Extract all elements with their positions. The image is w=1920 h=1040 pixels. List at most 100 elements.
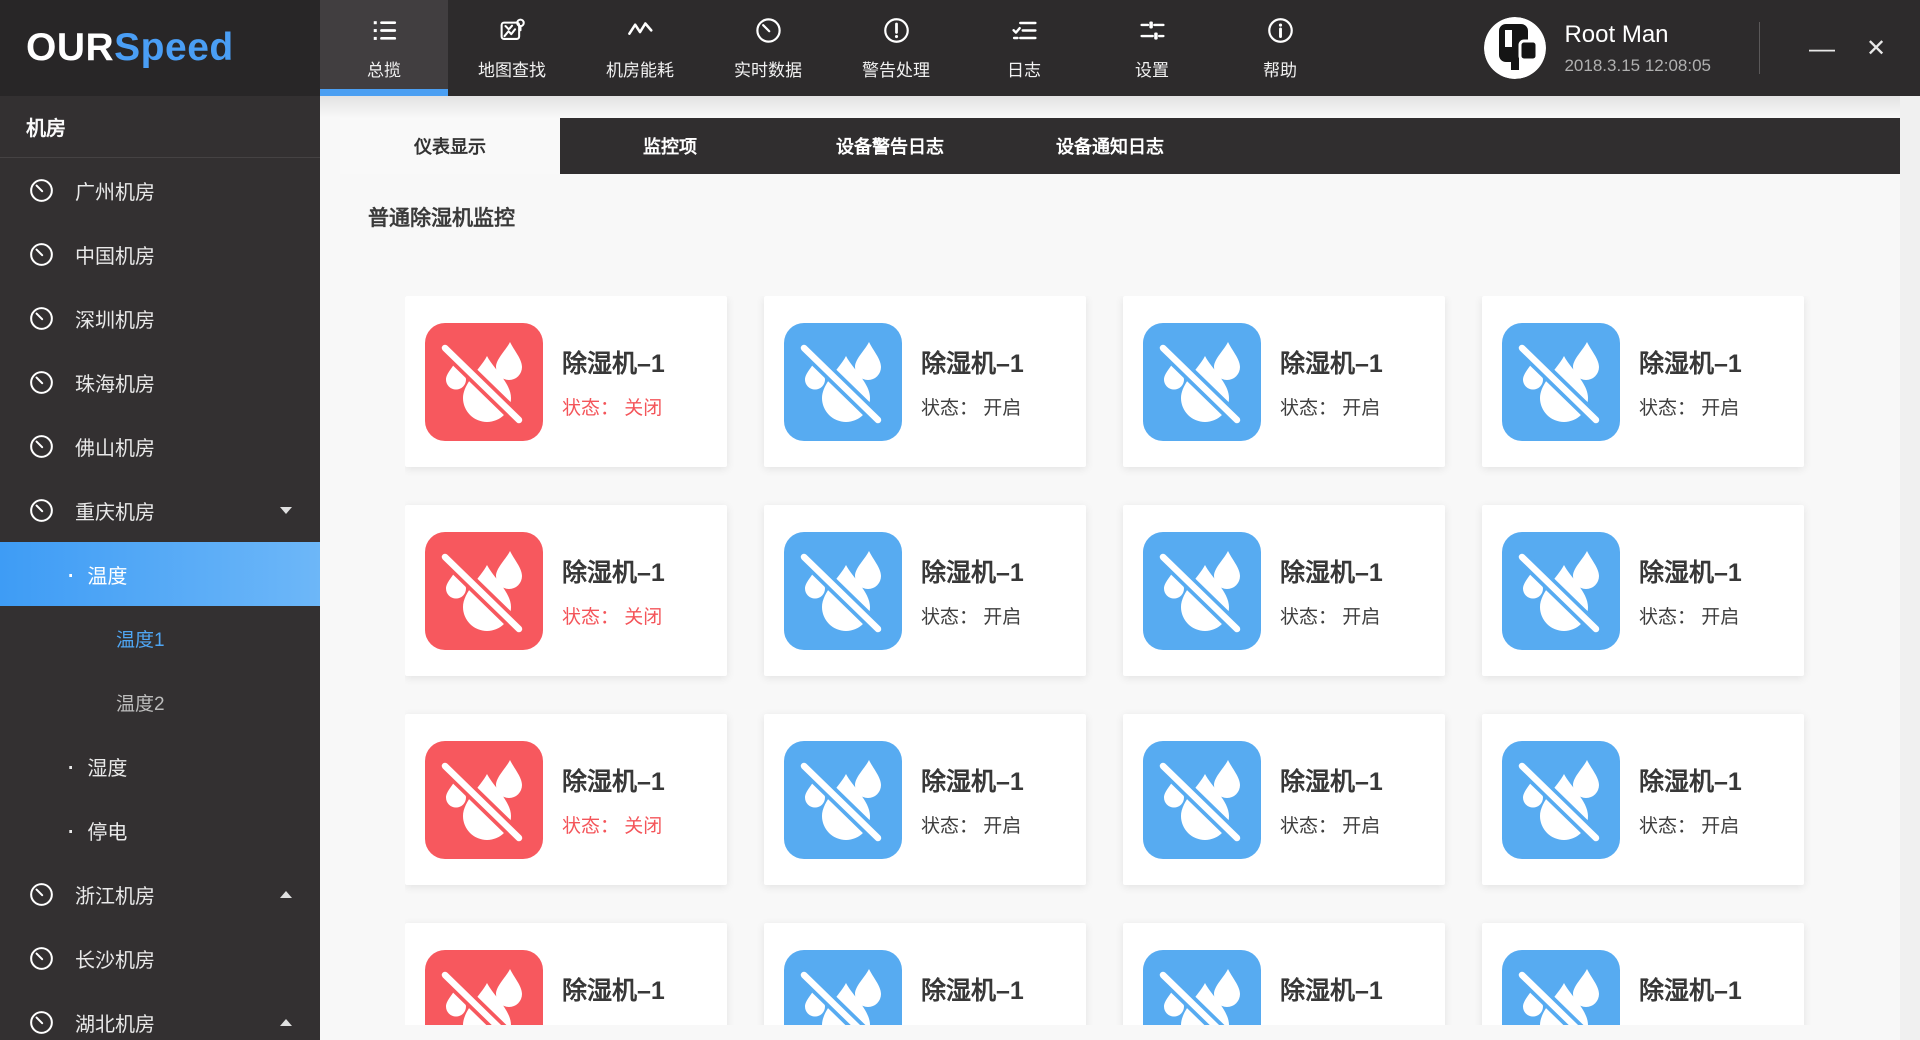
device-title: 除湿机–1 xyxy=(921,344,1024,380)
nav-item-alert-handling[interactable]: 警告处理 xyxy=(832,0,960,96)
status-label: 状态： xyxy=(1280,1025,1337,1026)
sidebar-item-label: 湖北机房 xyxy=(75,1008,155,1037)
sidebar-list: · 广州机房 · 中国机房 · 深圳机房 · 珠海机房 · 佛山机房 · 重庆机… xyxy=(0,158,320,1040)
tab-device-notice-log[interactable]: 设备通知日志 xyxy=(1000,118,1220,174)
sidebar-item-label: 停电 xyxy=(87,816,127,845)
device-card-11[interactable]: 除湿机–1 状态： 开启 xyxy=(1123,714,1445,885)
device-card-2[interactable]: 除湿机–1 状态： 开启 xyxy=(764,296,1086,467)
chevron-up-icon xyxy=(280,1019,292,1026)
status-value: 开启 xyxy=(1701,816,1739,837)
device-status: 状态： 开启 xyxy=(1639,811,1742,838)
device-title: 除湿机–1 xyxy=(921,553,1024,589)
nav-item-label: 总揽 xyxy=(367,56,401,81)
status-label: 状态： xyxy=(1280,398,1337,419)
sidebar-item-temperature-1[interactable]: · 温度1 xyxy=(0,606,320,670)
nav-item-logs[interactable]: 日志 xyxy=(960,0,1088,96)
nav-item-label: 警告处理 xyxy=(862,56,930,81)
device-title: 除湿机–1 xyxy=(1639,344,1742,380)
user-area: Root Man 2018.3.15 12:08:05 — ✕ xyxy=(1484,0,1920,96)
device-title: 除湿机–1 xyxy=(562,971,665,1007)
device-card-15[interactable]: 除湿机–1 状态： 开启 xyxy=(1123,923,1445,1025)
app-logo: OURSpeed xyxy=(0,0,320,96)
device-card-10[interactable]: 除湿机–1 状态： 开启 xyxy=(764,714,1086,885)
sidebar-item-temperature[interactable]: · 温度 xyxy=(0,542,320,606)
nav-item-help[interactable]: 帮助 xyxy=(1216,0,1344,96)
sidebar-item-label: 长沙机房 xyxy=(75,944,155,973)
dehumidifier-icon xyxy=(1502,532,1620,650)
sidebar-item-foshan[interactable]: · 佛山机房 xyxy=(0,414,320,478)
dehumidifier-icon xyxy=(1143,532,1261,650)
device-card-8[interactable]: 除湿机–1 状态： 开启 xyxy=(1482,505,1804,676)
gauge-icon xyxy=(28,177,55,204)
tab-label: 设备警告日志 xyxy=(836,133,944,159)
device-card-1[interactable]: 除湿机–1 状态： 关闭 xyxy=(405,296,727,467)
sidebar-item-temperature-2[interactable]: · 温度2 xyxy=(0,670,320,734)
sidebar-item-power-outage[interactable]: · 停电 xyxy=(0,798,320,862)
status-label: 状态： xyxy=(562,1025,619,1026)
top-nav: 总揽 地图查找 机房能耗 实时数据 警告处理 日志 设置 帮助 xyxy=(320,0,1344,96)
main-content: 仪表显示 监控项 设备警告日志 设备通知日志 普通除湿机监控 除湿机–1 状态：… xyxy=(320,96,1900,1040)
chevron-up-icon xyxy=(280,891,292,898)
tab-label: 监控项 xyxy=(643,133,697,159)
tab-gauge-display[interactable]: 仪表显示 xyxy=(340,118,560,174)
sidebar-item-hubei[interactable]: · 湖北机房 xyxy=(0,990,320,1040)
close-button[interactable]: ✕ xyxy=(1856,28,1896,68)
device-title: 除湿机–1 xyxy=(1280,344,1383,380)
device-card-14[interactable]: 除湿机–1 状态： 开启 xyxy=(764,923,1086,1025)
sidebar-item-china[interactable]: · 中国机房 xyxy=(0,222,320,286)
log-icon xyxy=(1010,16,1039,46)
device-title: 除湿机–1 xyxy=(1639,762,1742,798)
sidebar-item-zhuhai[interactable]: · 珠海机房 xyxy=(0,350,320,414)
status-value: 开启 xyxy=(983,1025,1021,1026)
status-label: 状态： xyxy=(1639,816,1696,837)
status-label: 状态： xyxy=(921,398,978,419)
minimize-button[interactable]: — xyxy=(1802,28,1842,68)
status-value: 开启 xyxy=(983,398,1021,419)
status-value: 关闭 xyxy=(624,816,662,837)
device-card-4[interactable]: 除湿机–1 状态： 开启 xyxy=(1482,296,1804,467)
sidebar-item-changsha[interactable]: · 长沙机房 xyxy=(0,926,320,990)
nav-item-settings[interactable]: 设置 xyxy=(1088,0,1216,96)
dehumidifier-icon xyxy=(1502,323,1620,441)
dehumidifier-icon xyxy=(1143,323,1261,441)
map-icon xyxy=(498,16,527,46)
sidebar-item-zhejiang[interactable]: · 浙江机房 xyxy=(0,862,320,926)
sidebar-item-label: 温度2 xyxy=(116,689,165,716)
device-card-3[interactable]: 除湿机–1 状态： 开启 xyxy=(1123,296,1445,467)
device-card-6[interactable]: 除湿机–1 状态： 开启 xyxy=(764,505,1086,676)
gauge-icon xyxy=(28,369,55,396)
device-card-7[interactable]: 除湿机–1 状态： 开启 xyxy=(1123,505,1445,676)
device-status: 状态： 开启 xyxy=(1280,393,1383,420)
chevron-down-icon xyxy=(280,507,292,514)
device-card-16[interactable]: 除湿机–1 状态： 开启 xyxy=(1482,923,1804,1025)
nav-item-realtime-data[interactable]: 实时数据 xyxy=(704,0,832,96)
nav-item-room-energy[interactable]: 机房能耗 xyxy=(576,0,704,96)
sidebar-item-label: 珠海机房 xyxy=(75,368,155,397)
tab-monitor-items[interactable]: 监控项 xyxy=(560,118,780,174)
sidebar-item-chongqing[interactable]: · 重庆机房 xyxy=(0,478,320,542)
avatar[interactable] xyxy=(1484,17,1546,79)
device-card-12[interactable]: 除湿机–1 状态： 开启 xyxy=(1482,714,1804,885)
device-title: 除湿机–1 xyxy=(1280,553,1383,589)
tab-device-alert-log[interactable]: 设备警告日志 xyxy=(780,118,1000,174)
user-name: Root Man xyxy=(1564,21,1711,49)
section-title: 普通除湿机监控 xyxy=(368,202,1900,232)
gauge-icon xyxy=(28,881,55,908)
tab-label: 仪表显示 xyxy=(414,133,486,159)
device-title: 除湿机–1 xyxy=(562,344,665,380)
gauge-icon xyxy=(28,305,55,332)
sidebar-item-shenzhen[interactable]: · 深圳机房 xyxy=(0,286,320,350)
device-status: 状态： 开启 xyxy=(921,1020,1024,1026)
device-card-9[interactable]: 除湿机–1 状态： 关闭 xyxy=(405,714,727,885)
device-card-5[interactable]: 除湿机–1 状态： 关闭 xyxy=(405,505,727,676)
gauge-icon xyxy=(28,1009,55,1036)
sidebar-item-label: 重庆机房 xyxy=(75,496,155,525)
nav-item-label: 帮助 xyxy=(1263,56,1297,81)
sidebar-item-humidity[interactable]: · 湿度 xyxy=(0,734,320,798)
nav-item-overview[interactable]: 总揽 xyxy=(320,0,448,96)
status-label: 状态： xyxy=(1280,816,1337,837)
device-card-13[interactable]: 除湿机–1 状态： 关闭 xyxy=(405,923,727,1025)
dehumidifier-icon xyxy=(784,741,902,859)
nav-item-map-search[interactable]: 地图查找 xyxy=(448,0,576,96)
sidebar-item-guangzhou[interactable]: · 广州机房 xyxy=(0,158,320,222)
